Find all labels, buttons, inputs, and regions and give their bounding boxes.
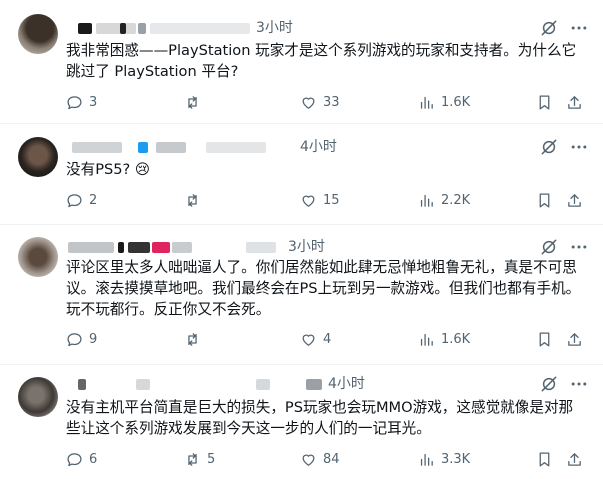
bookmark-icon <box>539 192 550 208</box>
post-time[interactable]: 3小时 <box>288 237 325 257</box>
views-count: 3.3K <box>441 451 471 467</box>
reply-icon <box>67 332 82 346</box>
repost-icon <box>188 452 197 466</box>
views-icon <box>420 453 433 466</box>
post-text: 没有PS5? 😢 <box>66 161 151 178</box>
share-button[interactable] <box>566 449 583 469</box>
post-text: 我非常困惑——PlayStation 玩家才是这个系列游戏的玩家和支持者。为什么… <box>66 42 577 80</box>
reply-count: 2 <box>89 192 98 208</box>
like-count: 33 <box>323 94 340 110</box>
heart-icon <box>302 195 315 207</box>
avatar[interactable] <box>18 14 58 54</box>
reply-icon <box>67 452 82 466</box>
post-text: 评论区里太多人咄咄逼人了。你们居然能如此肆无忌惮地粗鲁无礼，真是不可思议。滚去摸… <box>66 259 581 318</box>
views-count: 1.6K <box>441 94 471 110</box>
grok-icon[interactable] <box>539 374 559 394</box>
action-bar: 9 4 1.6K <box>66 329 589 349</box>
views-count: 2.2K <box>441 192 471 208</box>
reply-icon <box>67 95 82 109</box>
author-name-redacted[interactable] <box>78 379 86 390</box>
bookmark-button[interactable] <box>536 449 553 469</box>
post-time[interactable]: 3小时 <box>256 18 293 38</box>
like-count: 15 <box>323 192 340 208</box>
post-time[interactable]: 4小时 <box>300 137 337 157</box>
repost-count: 5 <box>207 451 216 467</box>
heart-icon <box>302 97 315 109</box>
action-bar: 2 15 2.2K <box>66 190 589 210</box>
post-header: 4小时 <box>66 374 543 394</box>
post-2[interactable]: 4小时 没有PS5? 😢 2 15 2.2K <box>0 124 603 225</box>
repost-button[interactable] <box>184 329 207 349</box>
share-icon <box>568 452 581 466</box>
views-icon <box>420 194 433 207</box>
views-button[interactable]: 1.6K <box>418 92 470 112</box>
share-icon <box>568 193 581 207</box>
more-icon[interactable] <box>569 374 589 394</box>
reply-count: 6 <box>89 451 98 467</box>
reply-button[interactable]: 6 <box>66 449 97 469</box>
grok-icon[interactable] <box>539 237 559 257</box>
like-button[interactable]: 15 <box>300 190 340 210</box>
like-button[interactable]: 33 <box>300 92 340 112</box>
grok-icon[interactable] <box>539 18 559 38</box>
share-button[interactable] <box>566 92 583 112</box>
heart-icon <box>302 454 315 466</box>
more-icon[interactable] <box>569 137 589 157</box>
grok-icon[interactable] <box>539 137 559 157</box>
action-bar: 6 5 84 3.3K <box>66 449 589 469</box>
repost-button[interactable] <box>184 190 207 210</box>
repost-button[interactable]: 5 <box>184 449 215 469</box>
post-1[interactable]: 3小时 我非常困惑——PlayStation 玩家才是这个系列游戏的玩家和支持者… <box>0 0 603 124</box>
heart-icon <box>302 334 315 346</box>
bookmark-icon <box>539 451 550 467</box>
like-button[interactable]: 4 <box>300 329 331 349</box>
author-name-redacted[interactable] <box>68 242 114 253</box>
post-header: 3小时 <box>66 237 543 257</box>
share-button[interactable] <box>566 190 583 210</box>
bookmark-icon <box>539 331 550 347</box>
bookmark-button[interactable] <box>536 92 553 112</box>
like-count: 4 <box>323 331 332 347</box>
bookmark-icon <box>539 94 550 110</box>
post-time[interactable]: 4小时 <box>328 374 365 394</box>
share-button[interactable] <box>566 329 583 349</box>
avatar[interactable] <box>18 377 58 417</box>
reply-count: 3 <box>89 94 98 110</box>
views-button[interactable]: 3.3K <box>418 449 470 469</box>
reply-button[interactable]: 9 <box>66 329 97 349</box>
like-count: 84 <box>323 451 340 467</box>
reply-button[interactable]: 2 <box>66 190 97 210</box>
repost-icon <box>188 193 197 207</box>
post-4[interactable]: 4小时 没有主机平台简直是巨大的损失，PS玩家也会玩MMO游戏，这感觉就像是对那… <box>0 365 603 479</box>
views-count: 1.6K <box>441 331 471 347</box>
avatar[interactable] <box>18 237 58 277</box>
author-name-redacted[interactable] <box>72 142 122 153</box>
repost-button[interactable] <box>184 92 207 112</box>
post-header: 3小时 <box>66 18 543 38</box>
reply-icon <box>67 193 82 207</box>
share-icon <box>568 95 581 109</box>
views-icon <box>420 96 433 109</box>
more-icon[interactable] <box>569 237 589 257</box>
like-button[interactable]: 84 <box>300 449 340 469</box>
action-bar: 3 33 1.6K <box>66 92 589 112</box>
avatar[interactable] <box>18 137 58 177</box>
post-text: 没有主机平台简直是巨大的损失，PS玩家也会玩MMO游戏，这感觉就像是对那些让这个… <box>66 399 574 437</box>
reply-count: 9 <box>89 331 98 347</box>
repost-icon <box>188 95 197 109</box>
more-icon[interactable] <box>569 18 589 38</box>
repost-icon <box>188 332 197 346</box>
post-3[interactable]: 3小时 评论区里太多人咄咄逼人了。你们居然能如此肆无忌惮地粗鲁无礼，真是不可思议… <box>0 225 603 365</box>
bookmark-button[interactable] <box>536 190 553 210</box>
views-button[interactable]: 1.6K <box>418 329 470 349</box>
post-header: 4小时 <box>66 137 543 157</box>
reply-button[interactable]: 3 <box>66 92 97 112</box>
views-icon <box>420 333 433 346</box>
author-name-redacted[interactable] <box>78 23 92 34</box>
views-button[interactable]: 2.2K <box>418 190 470 210</box>
share-icon <box>568 332 581 346</box>
bookmark-button[interactable] <box>536 329 553 349</box>
